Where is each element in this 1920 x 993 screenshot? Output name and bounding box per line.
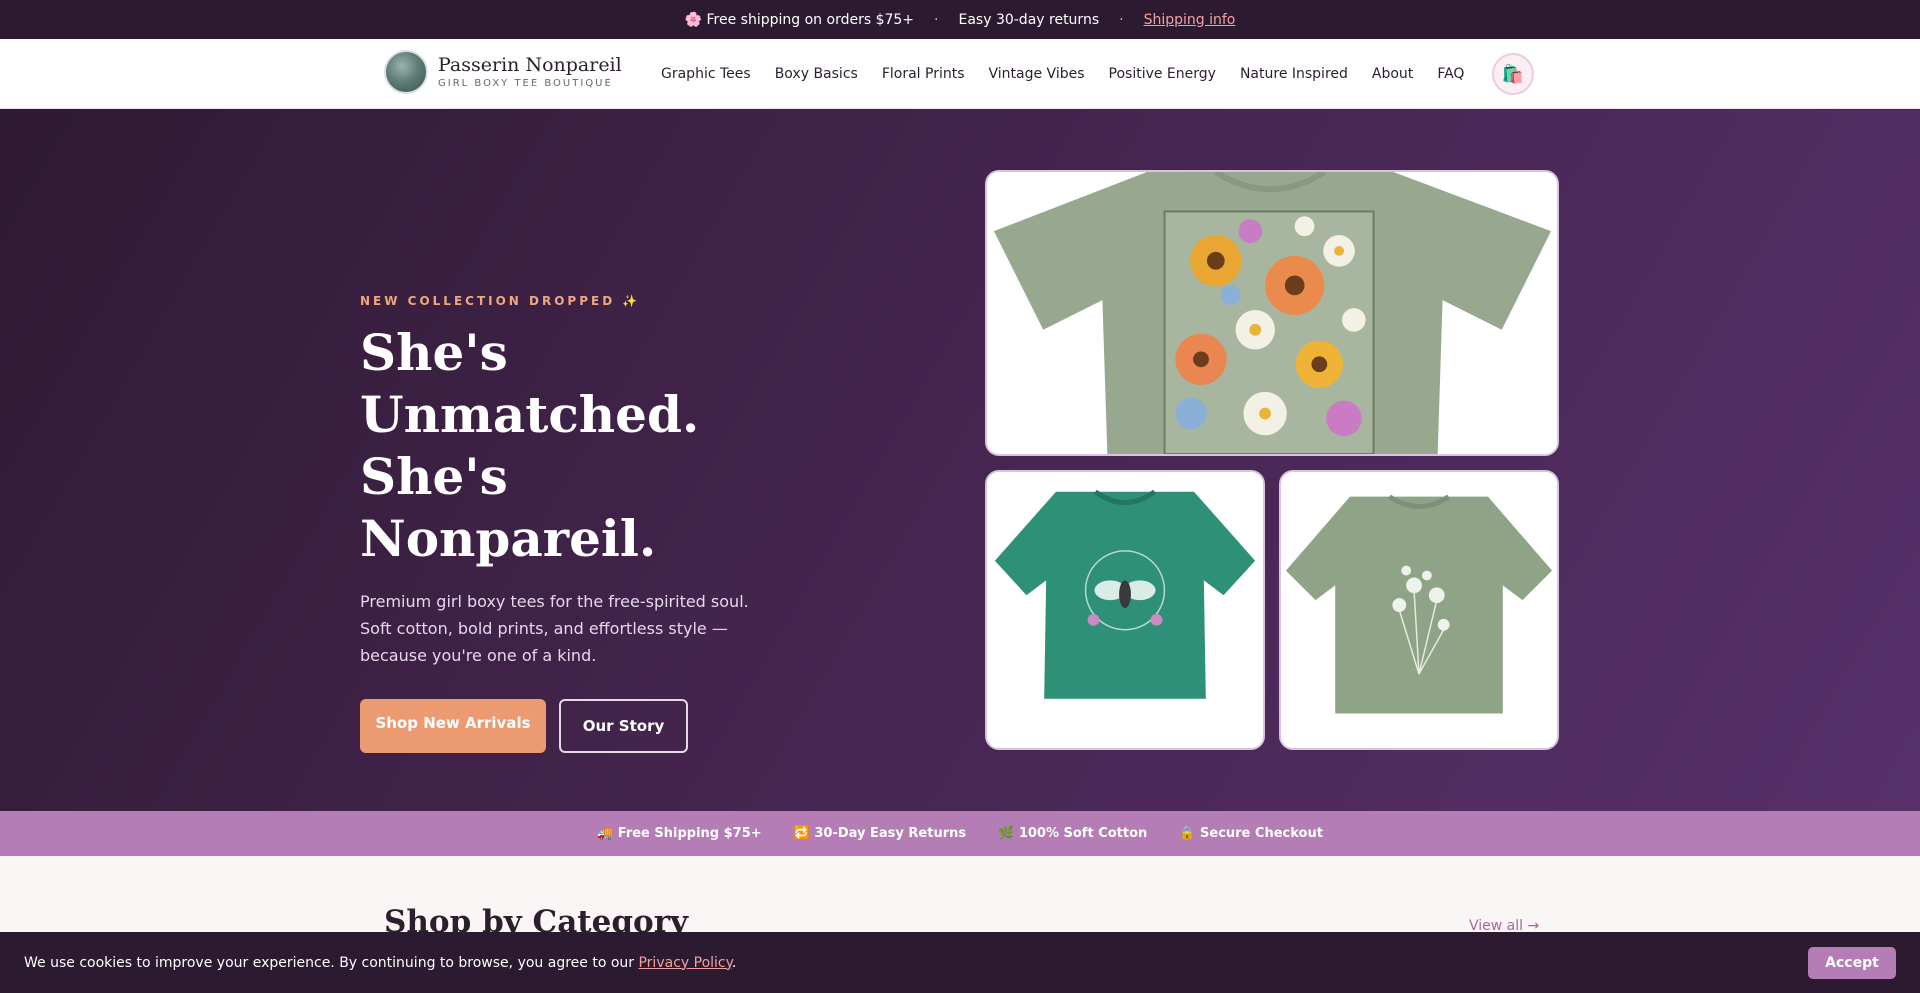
hero-buttons: Shop New Arrivals Our Story bbox=[360, 699, 800, 753]
cookie-text: We use cookies to improve your experienc… bbox=[24, 954, 639, 971]
cookie-banner: We use cookies to improve your experienc… bbox=[0, 932, 1920, 993]
trust-item-checkout: 🔒 Secure Checkout bbox=[1179, 826, 1323, 841]
brand-avatar bbox=[384, 50, 428, 94]
product-tile-floral-tee[interactable] bbox=[985, 170, 1559, 456]
announcement-separator: · bbox=[1119, 11, 1124, 28]
accept-cookies-button[interactable]: Accept bbox=[1808, 947, 1896, 979]
floral-tee-image bbox=[989, 172, 1555, 454]
trust-strip: 🚚 Free Shipping $75+ 🔁 30-Day Easy Retur… bbox=[0, 811, 1920, 856]
bee-tee-image bbox=[987, 472, 1263, 748]
hero-section: NEW COLLECTION DROPPED ✨ She's Unmatched… bbox=[0, 109, 1920, 811]
nav-item-positive-energy[interactable]: Positive Energy bbox=[1109, 66, 1216, 82]
announcement-shipping: 🌸 Free shipping on orders $75+ bbox=[684, 11, 915, 28]
hero-headline-line2: She's Nonpareil. bbox=[360, 447, 657, 568]
announcement-separator: · bbox=[934, 11, 939, 28]
hero-copy: NEW COLLECTION DROPPED ✨ She's Unmatched… bbox=[360, 294, 800, 753]
nav-item-nature-inspired[interactable]: Nature Inspired bbox=[1240, 66, 1348, 82]
brand-logo[interactable]: Passerin Nonpareil GIRL BOXY TEE BOUTIQU… bbox=[384, 50, 622, 94]
product-tile-wildflower-tee[interactable] bbox=[1279, 470, 1559, 750]
shipping-info-link[interactable]: Shipping info bbox=[1144, 12, 1236, 28]
hero-headline-line1: She's Unmatched. bbox=[360, 323, 700, 444]
announcement-bar: 🌸 Free shipping on orders $75+ · Easy 30… bbox=[0, 0, 1920, 39]
hero-eyebrow: NEW COLLECTION DROPPED ✨ bbox=[360, 294, 641, 308]
shop-new-arrivals-button[interactable]: Shop New Arrivals bbox=[360, 699, 546, 753]
nav-item-about[interactable]: About bbox=[1372, 66, 1413, 82]
hero-description: Premium girl boxy tees for the free-spir… bbox=[360, 592, 749, 665]
cart-button[interactable]: 🛍️ bbox=[1492, 53, 1534, 95]
nav-item-boxy-basics[interactable]: Boxy Basics bbox=[775, 66, 858, 82]
site-header: Passerin Nonpareil GIRL BOXY TEE BOUTIQU… bbox=[0, 39, 1920, 109]
brand-name: Passerin Nonpareil bbox=[438, 53, 622, 76]
brand-tagline: GIRL BOXY TEE BOUTIQUE bbox=[438, 78, 613, 90]
announcement-returns: Easy 30-day returns bbox=[958, 11, 1100, 28]
wildflower-tee-image bbox=[1281, 472, 1557, 748]
privacy-policy-link[interactable]: Privacy Policy bbox=[638, 955, 731, 971]
nav-item-floral-prints[interactable]: Floral Prints bbox=[882, 66, 965, 82]
cookie-text-tail: . bbox=[731, 954, 737, 971]
nav-item-graphic-tees[interactable]: Graphic Tees bbox=[661, 66, 751, 82]
cookie-message: We use cookies to improve your experienc… bbox=[24, 955, 736, 971]
hero-headline: She's Unmatched. She's Nonpareil. bbox=[360, 322, 800, 570]
trust-item-shipping: 🚚 Free Shipping $75+ bbox=[597, 826, 762, 841]
nav-item-faq[interactable]: FAQ bbox=[1437, 66, 1464, 82]
main-nav: Graphic Tees Boxy Basics Floral Prints V… bbox=[661, 39, 1464, 109]
trust-item-cotton: 🌿 100% Soft Cotton bbox=[998, 826, 1148, 841]
nav-item-vintage-vibes[interactable]: Vintage Vibes bbox=[989, 66, 1085, 82]
shopping-bag-icon: 🛍️ bbox=[1501, 63, 1525, 85]
our-story-button[interactable]: Our Story bbox=[559, 699, 688, 753]
trust-item-returns: 🔁 30-Day Easy Returns bbox=[793, 826, 967, 841]
product-tile-bee-tee[interactable] bbox=[985, 470, 1265, 750]
